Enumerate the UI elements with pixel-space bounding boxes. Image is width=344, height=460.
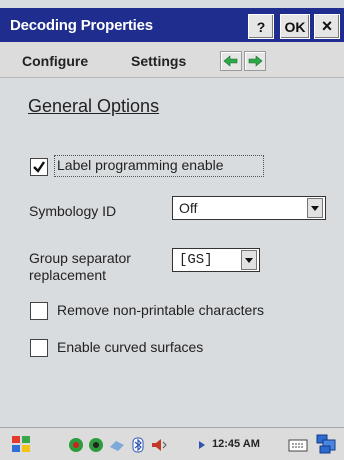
menu-bar: Configure Settings (0, 42, 344, 78)
remove-nonprintable-label: Remove non-printable characters (57, 302, 264, 318)
label-programming-label: Label programming enable (57, 157, 224, 173)
ok-button[interactable]: OK (280, 14, 310, 39)
menu-settings[interactable]: Settings (131, 53, 186, 69)
label-programming-checkbox[interactable] (30, 158, 48, 176)
curved-surfaces-label: Enable curved surfaces (57, 339, 204, 355)
remove-nonprintable-checkbox[interactable] (30, 302, 48, 320)
window-title: Decoding Properties (10, 17, 153, 34)
screen: Decoding Properties ? OK × Configure Set… (0, 0, 344, 460)
help-button-label: ? (256, 18, 266, 35)
symbology-id-select[interactable]: Off (172, 196, 326, 220)
tray-arrow-icon[interactable] (198, 440, 206, 450)
curved-surfaces-checkbox[interactable] (30, 339, 48, 357)
start-icon[interactable] (10, 433, 34, 455)
menu-configure[interactable]: Configure (22, 53, 88, 69)
help-button[interactable]: ? (248, 14, 274, 39)
chevron-down-icon (241, 250, 257, 270)
ok-button-label: OK (284, 18, 306, 35)
connection-icon[interactable] (108, 437, 126, 453)
symbology-id-label: Symbology ID (29, 203, 117, 219)
group-separator-label-line2: replacement (29, 267, 107, 283)
network-icon[interactable] (68, 437, 84, 453)
volume-icon[interactable] (150, 437, 168, 453)
sync-icon[interactable] (88, 437, 104, 453)
arrow-left-icon (223, 55, 238, 67)
section-heading: General Options (28, 96, 160, 116)
bluetooth-icon[interactable] (130, 437, 146, 453)
checkmark-icon (33, 161, 45, 173)
keyboard-icon[interactable] (288, 434, 308, 454)
symbology-id-value: Off (179, 200, 198, 216)
chevron-down-icon (307, 198, 323, 218)
close-icon: × (321, 16, 333, 36)
taskbar: 12:45 AM (0, 427, 344, 460)
clock[interactable]: 12:45 AM (212, 438, 260, 450)
group-separator-value: [GS] (179, 252, 213, 268)
windows-icon[interactable] (316, 433, 338, 455)
group-separator-label: Group separator (29, 250, 131, 266)
forward-button[interactable] (244, 51, 266, 71)
group-separator-select[interactable]: [GS] (172, 248, 260, 272)
back-button[interactable] (220, 51, 242, 71)
close-button[interactable]: × (314, 14, 340, 39)
arrow-right-icon (248, 55, 263, 67)
title-bar: Decoding Properties ? OK × (0, 8, 344, 42)
